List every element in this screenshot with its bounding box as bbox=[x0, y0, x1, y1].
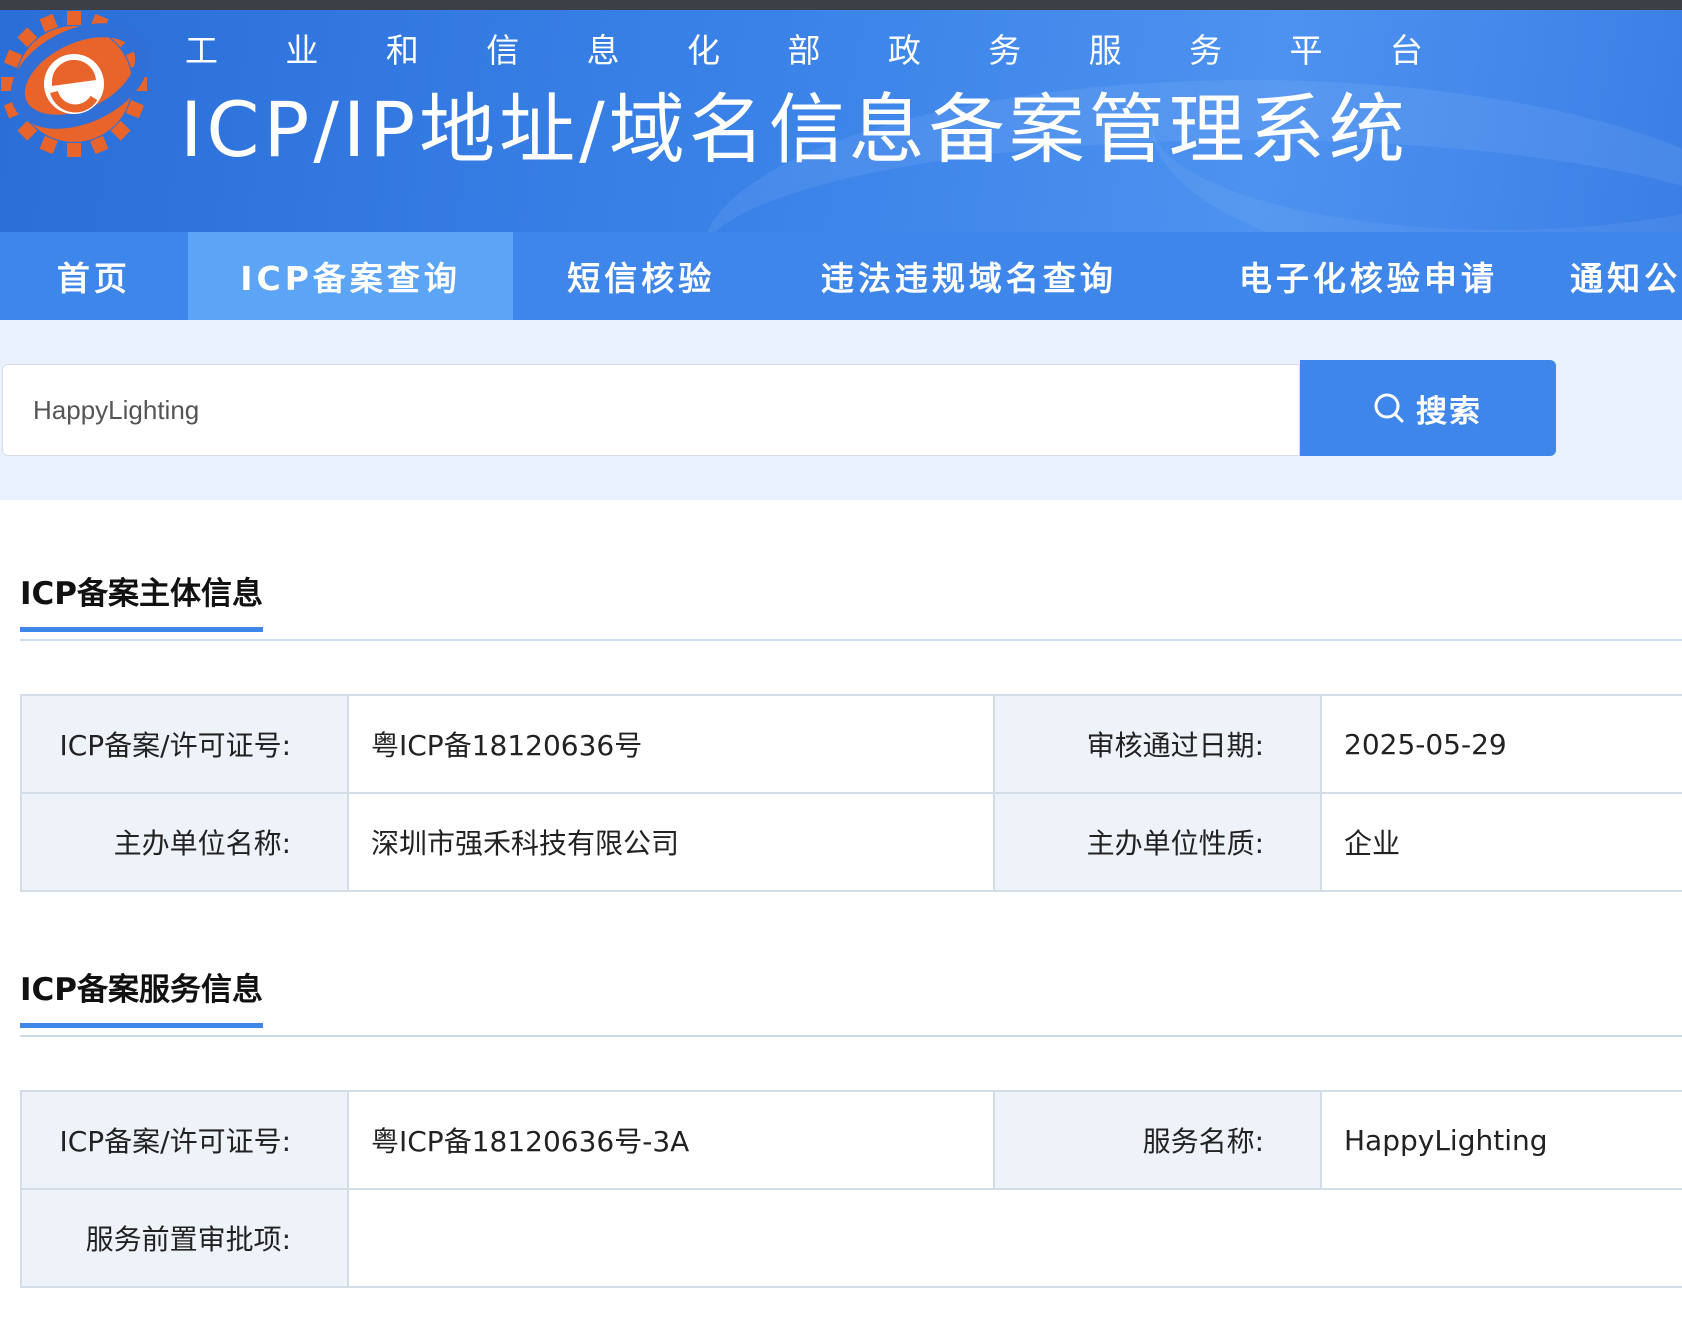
service-name-value: HappyLighting bbox=[1320, 1090, 1682, 1190]
subject-info-table: ICP备案/许可证号: 粤ICP备18120636号 审核通过日期: 2025-… bbox=[20, 694, 1682, 892]
search-input[interactable] bbox=[2, 364, 1300, 456]
nav-item-icp-query[interactable]: ICP备案查询 bbox=[187, 232, 514, 320]
system-title: ICP/IP地址/域名信息备案管理系统 bbox=[180, 85, 1409, 174]
service-info-table: ICP备案/许可证号: 粤ICP备18120636号-3A 服务名称: Happ… bbox=[20, 1090, 1682, 1288]
approval-date-value: 2025-05-29 bbox=[1320, 694, 1682, 794]
nav-item-notice[interactable]: 通知公 bbox=[1568, 232, 1682, 320]
organizer-name-label: 主办单位名称: bbox=[20, 792, 349, 892]
miit-logo-icon bbox=[1, 11, 150, 157]
tagline-char: 平 bbox=[1289, 31, 1325, 70]
tagline-char: 务 bbox=[988, 31, 1024, 70]
organizer-type-value: 企业 bbox=[1320, 792, 1682, 892]
header-banner: 工 业 和 信 息 化 部 政 务 服 务 平 台 ICP/IP地址/域名信息备案管理系统 bbox=[0, 10, 1682, 232]
service-name-label: 服务名称: bbox=[993, 1090, 1322, 1190]
organizer-type-label: 主办单位性质: bbox=[993, 792, 1322, 892]
tagline-char: 部 bbox=[787, 31, 823, 70]
license-number-label: ICP备案/许可证号: bbox=[20, 694, 349, 794]
tagline-char: 化 bbox=[687, 31, 723, 70]
approval-date-label: 审核通过日期: bbox=[993, 694, 1322, 794]
browser-top-edge bbox=[0, 0, 1682, 10]
section-divider bbox=[20, 639, 1682, 641]
main-nav: 首页 ICP备案查询 短信核验 违法违规域名查询 电子化核验申请 通知公 bbox=[0, 232, 1682, 320]
table-row: ICP备案/许可证号: 粤ICP备18120636号 审核通过日期: 2025-… bbox=[20, 694, 1682, 794]
license-number-value: 粤ICP备18120636号 bbox=[347, 694, 995, 794]
tagline-char: 政 bbox=[887, 31, 923, 70]
nav-item-e-verify-apply[interactable]: 电子化核验申请 bbox=[1169, 232, 1569, 320]
search-button[interactable]: 搜索 bbox=[1300, 360, 1556, 456]
nav-item-illegal-domain-query[interactable]: 违法违规域名查询 bbox=[769, 232, 1169, 320]
pre-approval-label: 服务前置审批项: bbox=[20, 1188, 349, 1288]
organizer-name-value: 深圳市强禾科技有限公司 bbox=[347, 792, 995, 892]
tagline-char: 服 bbox=[1088, 31, 1124, 70]
tagline-char: 工 bbox=[185, 31, 220, 70]
search-button-label: 搜索 bbox=[1416, 393, 1482, 430]
subject-section-title: ICP备案主体信息 bbox=[20, 568, 264, 632]
table-row: 服务前置审批项: bbox=[20, 1188, 1682, 1288]
tagline-char: 务 bbox=[1189, 31, 1225, 70]
search-icon bbox=[1374, 393, 1404, 423]
tagline-char: 信 bbox=[486, 31, 522, 70]
service-section-title: ICP备案服务信息 bbox=[20, 964, 264, 1028]
ministry-tagline: 工业和信息化部政务服务平台 bbox=[185, 24, 1425, 72]
nav-item-sms-verify[interactable]: 短信核验 bbox=[513, 232, 769, 320]
service-license-label: ICP备案/许可证号: bbox=[20, 1090, 349, 1190]
service-license-value: 粤ICP备18120636号-3A bbox=[347, 1090, 995, 1190]
table-row: 主办单位名称: 深圳市强禾科技有限公司 主办单位性质: 企业 bbox=[20, 792, 1682, 892]
pre-approval-value bbox=[347, 1188, 1682, 1288]
tagline-char: 和 bbox=[385, 31, 421, 70]
nav-item-home[interactable]: 首页 bbox=[0, 232, 188, 320]
tagline-char: 台 bbox=[1389, 31, 1425, 70]
table-row: ICP备案/许可证号: 粤ICP备18120636号-3A 服务名称: Happ… bbox=[20, 1090, 1682, 1190]
section-divider bbox=[20, 1035, 1682, 1037]
tagline-char: 息 bbox=[586, 31, 622, 70]
tagline-char: 业 bbox=[285, 31, 321, 70]
